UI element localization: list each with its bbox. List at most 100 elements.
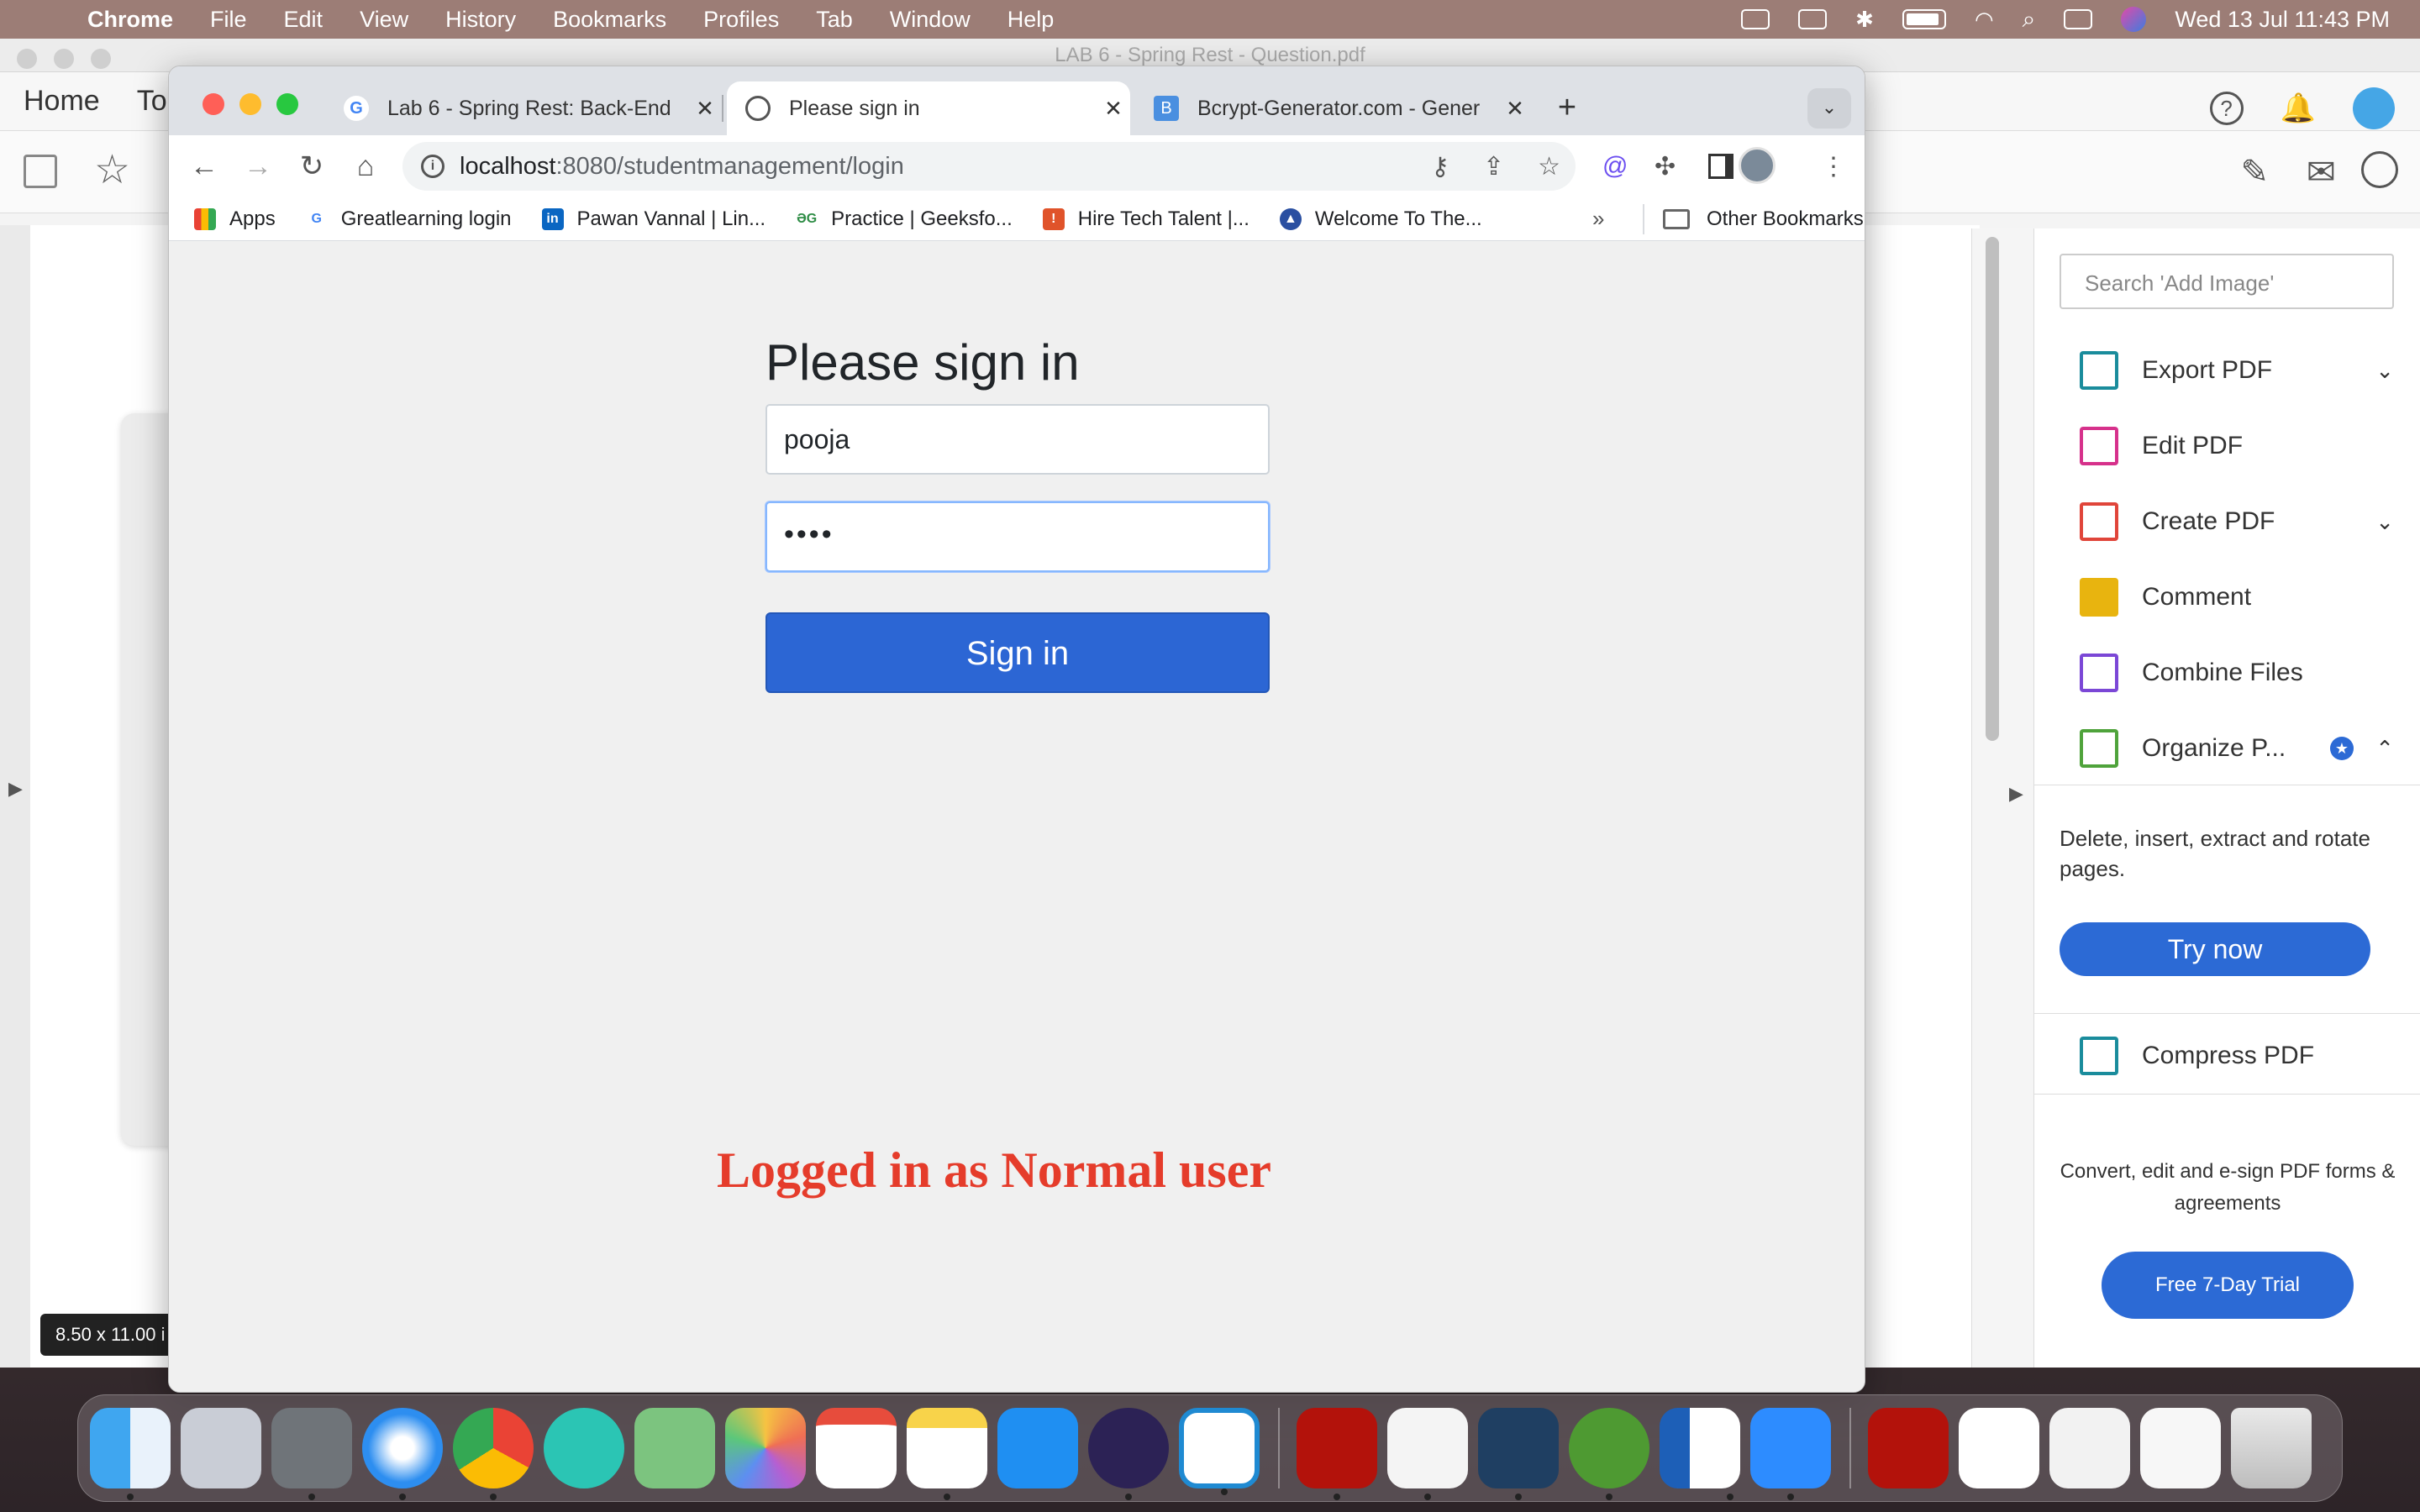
display-status-icon[interactable]	[1798, 9, 1828, 29]
menu-history[interactable]: History	[445, 7, 516, 33]
collapse-panel-icon[interactable]: ▶	[2009, 783, 2023, 805]
bell-icon[interactable]: 🔔	[2281, 92, 2316, 125]
extensions-puzzle-icon[interactable]: ✣	[1655, 152, 1676, 181]
bookmark-linkedin[interactable]: in Pawan Vannal | Lin...	[541, 207, 765, 231]
bookmark-star-icon[interactable]: ☆	[1538, 152, 1560, 181]
word-icon[interactable]	[1660, 1408, 1740, 1500]
chevron-up-icon[interactable]: ⌃	[2375, 736, 2394, 762]
document-thumbnail[interactable]	[2140, 1408, 2221, 1488]
back-icon[interactable]: ←	[177, 150, 231, 183]
zoom-window-button[interactable]	[276, 93, 298, 115]
address-bar[interactable]: i localhost :8080/studentmanagement/logi…	[402, 142, 1576, 191]
acrobat-minimize-button[interactable]	[54, 49, 74, 69]
photos-icon[interactable]	[725, 1408, 806, 1488]
menu-app-name[interactable]: Chrome	[87, 7, 173, 33]
try-now-button[interactable]: Try now	[2060, 922, 2370, 976]
mysql-workbench-icon[interactable]	[1478, 1408, 1559, 1500]
forward-icon[interactable]: →	[231, 150, 285, 183]
close-tab-icon[interactable]: ✕	[1097, 96, 1130, 122]
other-bookmarks[interactable]: Other Bookmarks	[1643, 203, 1864, 234]
menu-profiles[interactable]: Profiles	[703, 7, 779, 33]
account-avatar[interactable]	[2353, 87, 2395, 129]
screenshot-thumbnail[interactable]	[1959, 1408, 2039, 1488]
extension-icon[interactable]: @	[1602, 152, 1628, 181]
tool-comment[interactable]: Comment	[2060, 568, 2396, 627]
tab-search-button[interactable]: ⌄	[1807, 88, 1851, 129]
sign-in-button[interactable]: Sign in	[765, 612, 1270, 693]
acrobat-tools-tab[interactable]: To	[137, 85, 167, 118]
wifi-icon[interactable]: ◠	[1975, 7, 1994, 33]
bluetooth-icon[interactable]: ✱	[1855, 7, 1874, 33]
finder-icon[interactable]	[90, 1408, 171, 1500]
mail-icon[interactable]: ✉	[2307, 151, 2336, 192]
star-icon[interactable]: ☆	[94, 146, 130, 193]
safari-icon[interactable]	[362, 1408, 443, 1500]
reload-icon[interactable]: ↻	[285, 150, 339, 183]
sign-icon[interactable]: ✎	[2240, 153, 2269, 192]
vscode-icon[interactable]	[1179, 1408, 1260, 1495]
calendar-icon[interactable]	[816, 1408, 897, 1488]
menu-view[interactable]: View	[360, 7, 408, 33]
trash-icon[interactable]	[2231, 1408, 2312, 1488]
tool-organize-pages[interactable]: Organize P... ★ ⌃	[2060, 719, 2396, 778]
textedit-icon[interactable]	[1387, 1408, 1468, 1500]
username-input[interactable]: pooja	[765, 404, 1270, 475]
tool-edit-pdf[interactable]: Edit PDF	[2060, 417, 2396, 475]
tools-search-input[interactable]: Search 'Add Image'	[2060, 254, 2394, 309]
site-info-icon[interactable]: i	[421, 155, 445, 178]
password-input[interactable]: ••••	[765, 501, 1270, 572]
zoom-icon[interactable]	[1750, 1408, 1831, 1500]
tab-lab6[interactable]: G Lab 6 - Spring Rest: Back-End ✕	[325, 81, 723, 135]
acrobat-zoom-button[interactable]	[91, 49, 111, 69]
acrobat-close-button[interactable]	[17, 49, 37, 69]
help-icon[interactable]: ?	[2209, 92, 2244, 125]
chrome-icon[interactable]	[453, 1408, 534, 1500]
bookmark-geeksforgeeks[interactable]: ƏG Practice | Geeksfo...	[796, 207, 1013, 231]
free-trial-button[interactable]: Free 7-Day Trial	[2102, 1252, 2354, 1319]
tool-create-pdf[interactable]: Create PDF ⌄	[2060, 492, 2396, 551]
chevron-down-icon[interactable]: ⌄	[2375, 509, 2394, 535]
acrobat-scrollbar[interactable]: ▶	[1971, 228, 2033, 1368]
acrobat-document-icon[interactable]	[1868, 1408, 1949, 1488]
new-tab-button[interactable]: +	[1547, 88, 1587, 129]
expand-left-icon[interactable]: ▶	[8, 778, 23, 800]
menu-bookmarks[interactable]: Bookmarks	[553, 7, 666, 33]
save-icon[interactable]	[24, 155, 57, 188]
key-icon[interactable]: ⚷	[1431, 152, 1449, 181]
tool-export-pdf[interactable]: Export PDF ⌄	[2060, 341, 2396, 400]
home-icon[interactable]: ⌂	[339, 150, 392, 183]
scrollbar-thumb[interactable]	[1986, 237, 1999, 741]
profile-avatar[interactable]	[1739, 147, 1776, 184]
eclipse-icon[interactable]	[1088, 1408, 1169, 1500]
acrobat-home-tab[interactable]: Home	[24, 85, 100, 118]
close-tab-icon[interactable]: ✕	[1498, 96, 1532, 122]
battery-icon[interactable]	[1902, 9, 1946, 29]
bookmarks-overflow-button[interactable]: »	[1592, 206, 1604, 232]
system-preferences-icon[interactable]	[271, 1408, 352, 1500]
share-user-icon[interactable]	[2361, 151, 2398, 188]
tab-bcrypt-generator[interactable]: B Bcrypt-Generator.com - Gener ✕	[1135, 81, 1532, 135]
menu-window[interactable]: Window	[890, 7, 971, 33]
app-store-icon[interactable]	[997, 1408, 1078, 1488]
menu-file[interactable]: File	[210, 7, 247, 33]
document-thumbnail[interactable]	[2049, 1408, 2130, 1488]
notes-icon[interactable]	[907, 1408, 987, 1500]
tool-compress-pdf[interactable]: Compress PDF	[2060, 1026, 2396, 1085]
side-panel-icon[interactable]	[1708, 154, 1733, 179]
share-icon[interactable]: ⇪	[1483, 152, 1504, 181]
spring-tools-icon[interactable]	[1569, 1408, 1649, 1500]
close-window-button[interactable]	[203, 93, 224, 115]
acrobat-icon[interactable]	[1297, 1408, 1377, 1500]
launchpad-icon[interactable]	[181, 1408, 261, 1488]
chrome-menu-icon[interactable]: ⋮	[1821, 152, 1846, 181]
bookmark-hire-tech-talent[interactable]: ! Hire Tech Talent |...	[1042, 207, 1249, 231]
menu-tab[interactable]: Tab	[816, 7, 853, 33]
bookmark-apps[interactable]: Apps	[194, 207, 276, 231]
tab-please-sign-in[interactable]: Please sign in ✕	[727, 81, 1130, 135]
spotlight-search-icon[interactable]: ⌕	[2023, 6, 2036, 34]
menu-edit[interactable]: Edit	[284, 7, 324, 33]
bookmark-greatlearning[interactable]: G Greatlearning login	[305, 207, 512, 231]
tool-combine-files[interactable]: Combine Files	[2060, 643, 2396, 702]
maps-icon[interactable]	[634, 1408, 715, 1488]
camera-status-icon[interactable]	[1741, 9, 1770, 29]
